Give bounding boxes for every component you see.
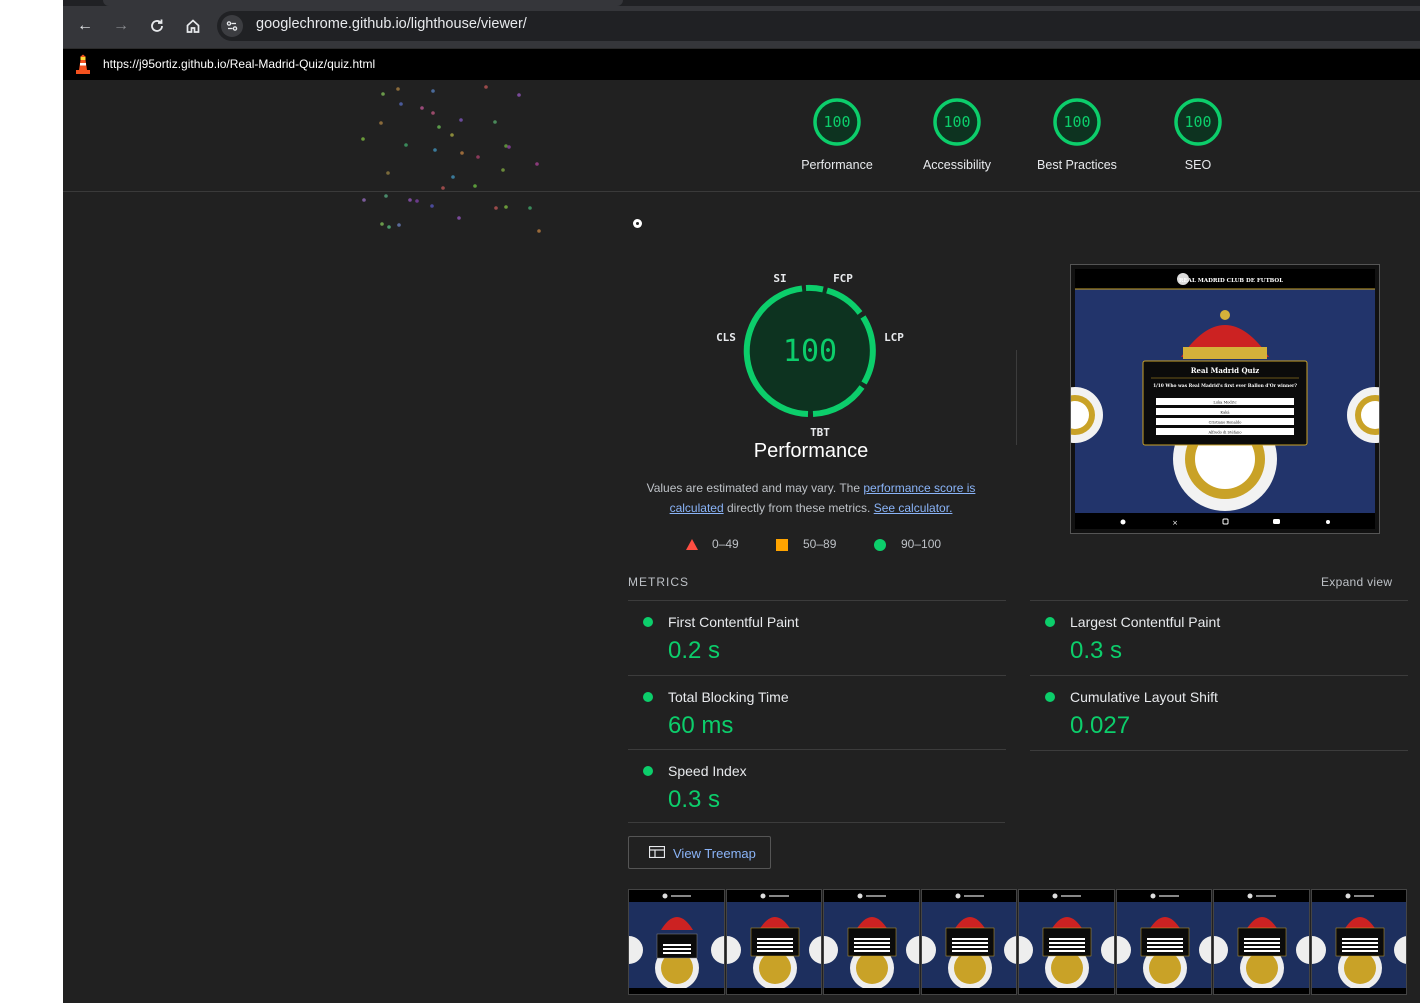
gauge-label-cls: CLS — [716, 331, 736, 344]
filmstrip-frame[interactable] — [1115, 889, 1212, 995]
desc-text: directly from these metrics. — [723, 501, 874, 515]
browser-window: ← → googlechrome.github.io/lighthouse/vi… — [63, 0, 1420, 1003]
pass-dot-icon — [643, 692, 653, 702]
back-icon[interactable]: ← — [73, 14, 97, 38]
score-summary: 100 Performance 100 Accessibility 100 Be… — [63, 80, 1420, 192]
pass-dot-icon — [643, 766, 653, 776]
metric-largest-contentful-paint: Largest Contentful Paint 0.3 s — [1030, 600, 1408, 674]
screenshot-answer: Luka Modric — [1213, 401, 1236, 405]
gauge-label-fcp: FCP — [833, 272, 853, 285]
score-label: Accessibility — [922, 158, 992, 172]
gauge-label-tbt: TBT — [810, 426, 830, 439]
metric-name: Cumulative Layout Shift — [1070, 689, 1218, 705]
confetti-decoration — [361, 85, 541, 233]
score-label: Performance — [801, 158, 873, 172]
score-gauge-seo[interactable]: 100 SEO — [1143, 96, 1253, 172]
metric-total-blocking-time: Total Blocking Time 60 ms — [628, 675, 1006, 749]
score-value: 100 — [1063, 113, 1090, 131]
address-url[interactable]: googlechrome.github.io/lighthouse/viewer… — [256, 16, 527, 32]
pass-circle-icon — [874, 539, 886, 551]
filmstrip-frame[interactable] — [1018, 889, 1115, 995]
metric-value: 0.3 s — [668, 786, 721, 813]
metric-value: 0.2 s — [668, 637, 721, 664]
expand-view-toggle[interactable]: Expand view — [1321, 575, 1392, 589]
pass-dot-icon — [1045, 617, 1055, 627]
performance-score: 100 — [783, 334, 837, 369]
gauge-label-si: SI — [773, 272, 786, 285]
filmstrip-frame[interactable] — [920, 889, 1017, 995]
home-icon[interactable] — [181, 14, 205, 38]
screenshot-answer: Alfredo di Stéfano — [1207, 431, 1241, 435]
browser-toolbar: ← → googlechrome.github.io/lighthouse/vi… — [63, 0, 1420, 49]
filmstrip-frame[interactable] — [725, 889, 822, 995]
score-value: 100 — [823, 113, 850, 131]
treemap-icon — [649, 846, 665, 858]
metric-name: Speed Index — [668, 763, 747, 779]
lighthouse-logo-icon — [76, 54, 90, 74]
performance-title: Performance — [753, 440, 869, 462]
view-treemap-button[interactable]: View Treemap — [628, 836, 771, 869]
legend-pass: 90–100 — [901, 537, 942, 551]
average-square-icon — [776, 539, 788, 551]
metric-speed-index: Speed Index 0.3 s — [628, 749, 1006, 823]
score-gauge-accessibility[interactable]: 100 Accessibility — [902, 96, 1012, 172]
site-settings-icon[interactable] — [221, 15, 243, 37]
performance-main-gauge[interactable]: 100 FCP SI LCP CLS TBT — [700, 265, 920, 445]
metrics-heading: METRICS — [628, 575, 689, 589]
screenshot-question: 1/10 Who was Real Madrid's first ever Ba… — [1153, 384, 1297, 389]
gauge-label-lcp: LCP — [884, 331, 904, 344]
score-gauge-performance[interactable]: 100 Performance — [782, 96, 892, 172]
score-value: 100 — [1184, 113, 1211, 131]
score-value: 100 — [943, 113, 970, 131]
view-treemap-label: View Treemap — [673, 846, 756, 861]
fail-triangle-icon — [686, 539, 698, 550]
pass-dot-icon — [1045, 692, 1055, 702]
metric-value: 0.3 s — [1070, 637, 1123, 664]
filmstrip — [628, 889, 1408, 995]
metric-cumulative-layout-shift: Cumulative Layout Shift 0.027 — [1030, 675, 1408, 751]
see-calculator-link[interactable]: See calculator. — [874, 501, 953, 515]
metric-first-contentful-paint: First Contentful Paint 0.2 s — [628, 600, 1006, 674]
filmstrip-frame[interactable] — [1310, 889, 1407, 995]
performance-description: Values are estimated and may vary. The p… — [641, 478, 981, 518]
report-url[interactable]: https://j95ortiz.github.io/Real-Madrid-Q… — [103, 57, 375, 71]
screenshot-quiz-title: Real Madrid Quiz — [1191, 366, 1260, 375]
final-screenshot[interactable]: REAL MADRID CLUB DE FUTBOL Real Madrid Q… — [1047, 264, 1403, 534]
metric-name: Largest Contentful Paint — [1070, 614, 1221, 630]
score-label: Best Practices — [1037, 158, 1117, 172]
anchor-marker — [633, 219, 642, 228]
filmstrip-frame[interactable] — [628, 889, 725, 995]
svg-text:×: × — [1172, 519, 1178, 527]
forward-icon[interactable]: → — [109, 14, 133, 38]
metric-value: 60 ms — [668, 712, 734, 739]
score-legend: 0–49 50–89 90–100 — [683, 536, 983, 554]
screenshot-header: REAL MADRID CLUB DE FUTBOL — [1179, 278, 1283, 284]
lighthouse-topbar: https://j95ortiz.github.io/Real-Madrid-Q… — [63, 49, 1420, 80]
tab-strip — [63, 0, 1420, 6]
legend-fail: 0–49 — [712, 537, 739, 551]
legend-average: 50–89 — [803, 537, 837, 551]
score-label: SEO — [1184, 158, 1212, 172]
divider — [628, 822, 1005, 823]
score-gauge-best-practices[interactable]: 100 Best Practices — [1022, 96, 1132, 172]
filmstrip-frame[interactable] — [1213, 889, 1310, 995]
divider — [1016, 350, 1017, 445]
screenshot-answer: Cristiano Ronaldo — [1209, 421, 1242, 425]
filmstrip-frame[interactable] — [823, 889, 920, 995]
reload-icon[interactable] — [145, 14, 169, 38]
desc-text: Values are estimated and may vary. The — [646, 481, 864, 495]
metric-name: First Contentful Paint — [668, 614, 799, 630]
metric-name: Total Blocking Time — [668, 689, 789, 705]
pass-dot-icon — [643, 617, 653, 627]
metric-value: 0.027 — [1070, 712, 1131, 739]
screenshot-answer: Kaká — [1220, 411, 1230, 415]
